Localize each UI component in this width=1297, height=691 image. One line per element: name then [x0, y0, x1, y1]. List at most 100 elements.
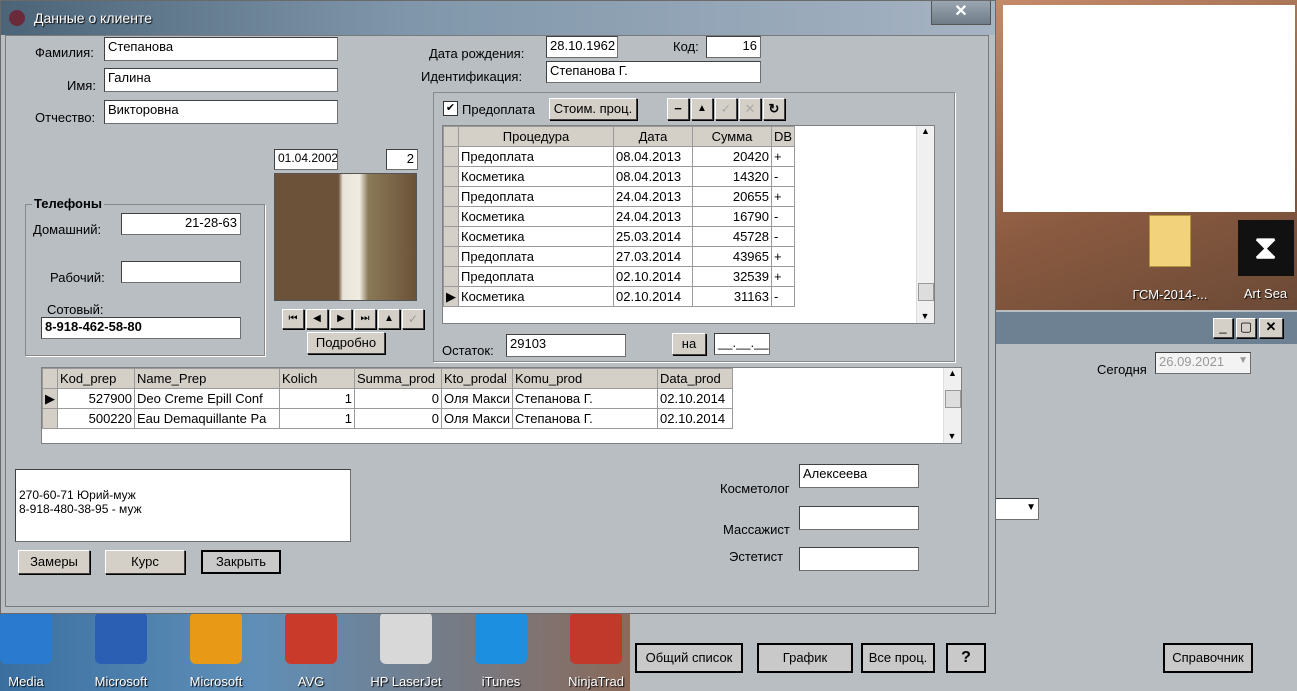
desktop-icon-artsea[interactable]: ⧗ Art Sea	[1234, 220, 1297, 305]
work-phone-field[interactable]	[121, 261, 241, 283]
products-grid[interactable]: Kod_prep Name_Prep Kolich Summa_prod Kto_pro…	[41, 367, 962, 444]
table-row[interactable]: Предоплата 08.04.2013 20420 +	[443, 146, 796, 167]
notes-memo[interactable]: 270-60-71 Юрий-муж 8-918-480-38-95 - муж	[15, 469, 351, 542]
cancel-edit-button[interactable]: ✕	[739, 98, 761, 120]
procedures-cell[interactable]: 27.03.2014	[613, 246, 693, 267]
procedures-cell[interactable]: 45728	[692, 226, 772, 247]
products-column-header[interactable]: Data_prod	[657, 368, 734, 389]
products-column-header[interactable]: Kolich	[279, 368, 355, 389]
products-cell[interactable]: 500220	[57, 408, 135, 429]
procedures-cell[interactable]: 25.03.2014	[613, 226, 693, 247]
products-cell[interactable]: 1	[279, 408, 355, 429]
general-list-button[interactable]: Общий список	[635, 643, 743, 673]
taskbar-item[interactable]: HP LaserJet	[366, 612, 446, 689]
prepay-checkbox[interactable]: ✔	[443, 101, 458, 116]
refresh-button[interactable]: ↻	[763, 98, 785, 120]
desktop-icon-folder[interactable]: ГСМ-2014-...	[1120, 215, 1220, 305]
move-up-button[interactable]: ▲	[691, 98, 713, 120]
details-button[interactable]: Подробно	[307, 332, 385, 354]
cost-procedure-button[interactable]: Стоим. проц.	[549, 98, 637, 120]
procedures-cell[interactable]: +	[770, 246, 796, 267]
maximize-button[interactable]: ▢	[1236, 318, 1256, 338]
confirm-photo-button[interactable]: ✓	[402, 309, 424, 329]
table-row[interactable]: Косметика 08.04.2013 14320-	[443, 166, 796, 187]
products-scrollbar[interactable]: ▲ ▼	[943, 368, 961, 443]
products-column-header[interactable]: Summa_prod	[354, 368, 442, 389]
masseur-field[interactable]	[799, 506, 919, 530]
scroll-thumb[interactable]	[918, 283, 934, 301]
procedures-cell[interactable]: Косметика	[458, 286, 614, 307]
products-cell[interactable]: 02.10.2014	[657, 388, 734, 409]
dob-field[interactable]: 28.10.1962	[546, 36, 618, 58]
procedures-column-header[interactable]: Сумма	[692, 126, 772, 147]
next-photo-button[interactable]: ▶	[330, 309, 352, 329]
last-photo-button[interactable]: ⏭	[354, 309, 376, 329]
background-dropdown[interactable]: ▼	[995, 498, 1039, 520]
code-field[interactable]: 16	[706, 36, 761, 58]
procedures-cell[interactable]: 08.04.2013	[613, 166, 693, 187]
procedures-cell[interactable]: +	[770, 146, 796, 167]
procedures-cell[interactable]: 14320	[692, 166, 772, 187]
on-date-button[interactable]: на	[672, 333, 706, 355]
products-column-header[interactable]: Kod_prep	[57, 368, 135, 389]
photo-index-field[interactable]: 2	[386, 149, 418, 170]
all-procedures-button[interactable]: Все проц.	[861, 643, 935, 673]
procedures-cell[interactable]: Предоплата	[458, 186, 614, 207]
table-row[interactable]: ▶ 527900 Deo Creme Epill Conf 1 0 Оля Макси Ст…	[42, 388, 734, 409]
close-button[interactable]: Закрыть	[201, 550, 281, 574]
balance-field[interactable]: 29103	[506, 334, 626, 357]
taskbar-item[interactable]: iTunes	[461, 612, 541, 689]
procedures-cell[interactable]: Косметика	[458, 166, 614, 187]
procedures-cell[interactable]: 16790	[692, 206, 772, 227]
on-date-field[interactable]: __.__.__	[714, 333, 770, 355]
esthetician-field[interactable]	[799, 547, 919, 571]
products-cell[interactable]: Deo Creme Epill Conf	[134, 388, 280, 409]
up-photo-button[interactable]: ▲	[378, 309, 400, 329]
table-row[interactable]: Предоплата 24.04.2013 20655 +	[443, 186, 796, 207]
course-button[interactable]: Курс	[105, 550, 185, 574]
procedures-column-header[interactable]: DB	[770, 126, 796, 147]
home-phone-field[interactable]: 21-28-63	[121, 213, 241, 235]
products-cell[interactable]: 1	[279, 388, 355, 409]
taskbar-item[interactable]: Microsoft	[176, 612, 256, 689]
products-cell[interactable]: Степанова Г.	[512, 408, 659, 429]
procedures-cell[interactable]: 32539	[692, 266, 772, 287]
products-cell[interactable]: 0	[354, 408, 442, 429]
procedures-cell[interactable]: 43965	[692, 246, 772, 267]
procedures-cell[interactable]: 24.04.2013	[613, 206, 693, 227]
taskbar-item[interactable]: Media	[0, 612, 66, 689]
prev-photo-button[interactable]: ◀	[306, 309, 328, 329]
minimize-button[interactable]: _	[1213, 318, 1233, 338]
name-field[interactable]: Галина	[104, 68, 338, 92]
products-cell[interactable]: 527900	[57, 388, 135, 409]
products-cell[interactable]: Степанова Г.	[512, 388, 659, 409]
table-row[interactable]: Предоплата 02.10.2014 32539 +	[443, 266, 796, 287]
patronymic-field[interactable]: Викторовна	[104, 100, 338, 124]
first-photo-button[interactable]: ⏮	[282, 309, 304, 329]
procedures-cell[interactable]: +	[770, 186, 796, 207]
scroll-thumb[interactable]	[945, 390, 961, 408]
products-cell[interactable]: Eau Demaquillante Pa	[134, 408, 280, 429]
procedures-cell[interactable]: -	[770, 206, 796, 227]
mobile-phone-field[interactable]: 8-918-462-58-80	[41, 317, 241, 339]
taskbar-item[interactable]: NinjaTrad	[556, 612, 636, 689]
table-row[interactable]: 500220 Eau Demaquillante Pa 1 0 Оля Макси Сте…	[42, 408, 734, 429]
procedures-cell[interactable]: +	[770, 266, 796, 287]
products-column-header[interactable]: Kto_prodal	[440, 368, 514, 389]
schedule-button[interactable]: График	[757, 643, 853, 673]
close-window-button[interactable]: ✕	[931, 1, 991, 25]
help-button[interactable]: ?	[946, 643, 986, 673]
procedures-cell[interactable]: 31163	[692, 286, 772, 307]
products-cell[interactable]: 0	[354, 388, 442, 409]
procedures-cell[interactable]: Косметика	[458, 206, 614, 227]
products-column-header[interactable]: Name_Prep	[134, 368, 280, 389]
delete-record-button[interactable]: −	[667, 98, 689, 120]
cosmetologist-field[interactable]: Алексеева	[799, 464, 919, 488]
reference-button[interactable]: Справочник	[1163, 643, 1253, 673]
photo-date-field[interactable]: 01.04.2002	[274, 149, 338, 170]
products-cell[interactable]: 02.10.2014	[657, 408, 734, 429]
procedures-cell[interactable]: -	[770, 226, 796, 247]
procedures-column-header[interactable]: Процедура	[458, 126, 614, 147]
products-column-header[interactable]: Komu_prod	[512, 368, 659, 389]
procedures-cell[interactable]: 20420	[692, 146, 772, 167]
